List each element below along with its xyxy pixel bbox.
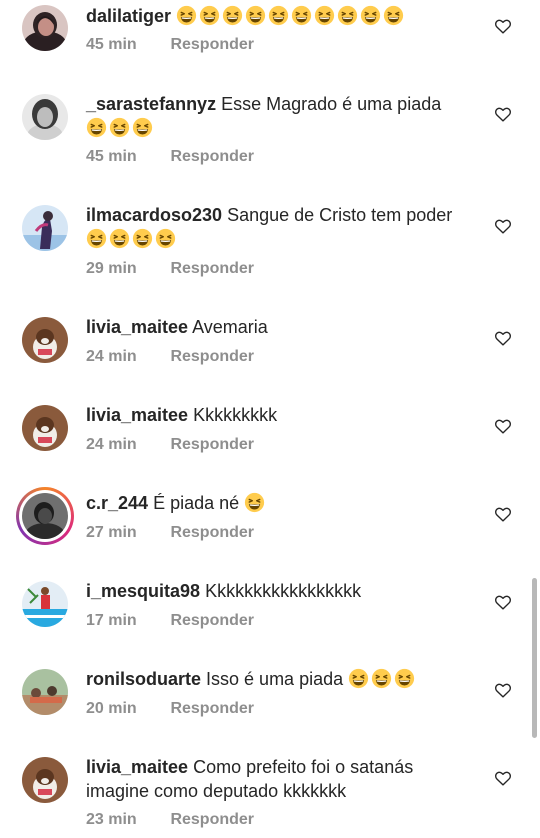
avatar[interactable] <box>22 5 68 51</box>
heart-outline-icon[interactable] <box>494 506 512 522</box>
reply-button[interactable]: Responder <box>170 348 254 365</box>
grinning-squinting-face-emoji <box>155 228 176 249</box>
avatar[interactable] <box>22 581 68 627</box>
comment-username[interactable]: c.r_244 <box>86 493 148 513</box>
comment-username[interactable]: livia_maitee <box>86 317 188 337</box>
comment-body: Isso é uma piada <box>206 669 344 689</box>
comment-time: 23 min <box>86 811 137 828</box>
comment-username[interactable]: livia_maitee <box>86 757 188 777</box>
comment-body: Kkkkkkkkk <box>193 405 278 425</box>
comment-meta: 20 min Responder <box>86 700 254 718</box>
avatar[interactable] <box>22 669 68 715</box>
emoji-group <box>176 6 406 26</box>
avatar[interactable] <box>22 94 68 140</box>
comment-meta: 24 min Responder <box>86 348 254 366</box>
grinning-squinting-face-emoji <box>86 117 107 138</box>
comment-time: 24 min <box>86 348 137 365</box>
grinning-squinting-face-emoji <box>86 228 107 249</box>
avatar[interactable] <box>22 317 68 363</box>
comment-meta: 17 min Responder <box>86 612 254 630</box>
grinning-squinting-face-emoji <box>244 492 265 513</box>
avatar[interactable] <box>22 493 68 539</box>
reply-button[interactable]: Responder <box>170 811 254 828</box>
comment-text: livia_maitee Avemaria <box>86 315 476 339</box>
comment-body: Avemaria <box>192 317 268 337</box>
reply-button[interactable]: Responder <box>170 148 254 165</box>
grinning-squinting-face-emoji <box>268 5 289 26</box>
avatar[interactable] <box>22 405 68 451</box>
grinning-squinting-face-emoji <box>109 117 130 138</box>
comment-time: 45 min <box>86 36 137 53</box>
emoji-group <box>244 493 267 513</box>
heart-outline-icon[interactable] <box>494 594 512 610</box>
heart-outline-icon[interactable] <box>494 18 512 34</box>
grinning-squinting-face-emoji <box>132 117 153 138</box>
comment-meta: 45 min Responder <box>86 148 254 166</box>
comment-body: É piada né <box>153 493 240 513</box>
comment-meta: 23 min Responder <box>86 811 254 829</box>
comment-username[interactable]: dalilatiger <box>86 6 171 26</box>
grinning-squinting-face-emoji <box>291 5 312 26</box>
comment-username[interactable]: ronilsoduarte <box>86 669 201 689</box>
avatar[interactable] <box>22 205 68 251</box>
reply-button[interactable]: Responder <box>170 612 254 629</box>
grinning-squinting-face-emoji <box>394 668 415 689</box>
heart-outline-icon[interactable] <box>494 106 512 122</box>
comment-username[interactable]: _sarastefannyz <box>86 94 216 114</box>
comment-text: livia_maitee Kkkkkkkkk <box>86 403 476 427</box>
grinning-squinting-face-emoji <box>348 668 369 689</box>
grinning-squinting-face-emoji <box>109 228 130 249</box>
comment-text: i_mesquita98 Kkkkkkkkkkkkkkkkk <box>86 579 476 603</box>
comment-username[interactable]: livia_maitee <box>86 405 188 425</box>
comment-text: livia_maitee Como prefeito foi o satanás… <box>86 755 466 803</box>
comment-meta: 24 min Responder <box>86 436 254 454</box>
reply-button[interactable]: Responder <box>170 260 254 277</box>
heart-outline-icon[interactable] <box>494 682 512 698</box>
comment-text: dalilatiger <box>86 4 476 28</box>
reply-button[interactable]: Responder <box>170 700 254 717</box>
comment-meta: 45 min Responder <box>86 36 254 54</box>
comment-time: 17 min <box>86 612 137 629</box>
heart-outline-icon[interactable] <box>494 770 512 786</box>
comment-username[interactable]: ilmacardoso230 <box>86 205 222 225</box>
grinning-squinting-face-emoji <box>199 5 220 26</box>
grinning-squinting-face-emoji <box>176 5 197 26</box>
avatar[interactable] <box>22 757 68 803</box>
grinning-squinting-face-emoji <box>222 5 243 26</box>
comment-meta: 29 min Responder <box>86 260 254 278</box>
grinning-squinting-face-emoji <box>337 5 358 26</box>
comment-time: 24 min <box>86 436 137 453</box>
comment-body: Kkkkkkkkkkkkkkkkk <box>205 581 362 601</box>
heart-outline-icon[interactable] <box>494 418 512 434</box>
grinning-squinting-face-emoji <box>360 5 381 26</box>
comment-body: Sangue de Cristo tem poder <box>227 205 453 225</box>
grinning-squinting-face-emoji <box>371 668 392 689</box>
emoji-group <box>86 229 178 249</box>
reply-button[interactable]: Responder <box>170 436 254 453</box>
comment-text: ronilsoduarte Isso é uma piada <box>86 667 476 691</box>
comment-body: Esse Magrado é uma piada <box>221 94 442 114</box>
emoji-group <box>348 669 417 689</box>
reply-button[interactable]: Responder <box>170 524 254 541</box>
grinning-squinting-face-emoji <box>314 5 335 26</box>
comment-time: 29 min <box>86 260 137 277</box>
grinning-squinting-face-emoji <box>132 228 153 249</box>
reply-button[interactable]: Responder <box>170 36 254 53</box>
heart-outline-icon[interactable] <box>494 218 512 234</box>
grinning-squinting-face-emoji <box>383 5 404 26</box>
scrollbar[interactable] <box>532 578 537 738</box>
grinning-squinting-face-emoji <box>245 5 266 26</box>
heart-outline-icon[interactable] <box>494 330 512 346</box>
comment-time: 20 min <box>86 700 137 717</box>
comment-time: 45 min <box>86 148 137 165</box>
comment-text: _sarastefannyz Esse Magrado é uma piada <box>86 92 476 140</box>
comment-text: c.r_244 É piada né <box>86 491 476 515</box>
comment-meta: 27 min Responder <box>86 524 254 542</box>
comment-text: ilmacardoso230 Sangue de Cristo tem pode… <box>86 203 476 251</box>
comment-username[interactable]: i_mesquita98 <box>86 581 200 601</box>
comment-time: 27 min <box>86 524 137 541</box>
emoji-group <box>86 118 155 138</box>
